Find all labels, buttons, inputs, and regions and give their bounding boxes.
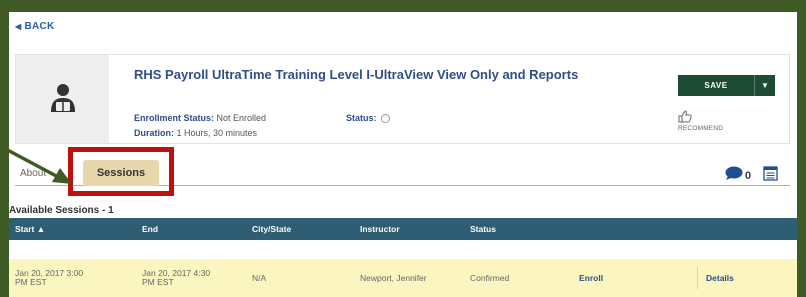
session-start-zone: PM EST <box>15 277 47 287</box>
status-label: Status: <box>346 113 377 123</box>
course-title: RHS Payroll UltraTime Training Level I-U… <box>134 67 579 82</box>
duration: Duration: 1 Hours, 30 minutes <box>134 128 257 138</box>
caret-down-icon: ▼ <box>761 81 769 90</box>
thumbs-up-icon <box>678 110 692 123</box>
save-button-group: SAVE ▼ <box>678 75 775 96</box>
course-thumbnail <box>16 55 109 143</box>
enroll-link[interactable]: Enroll <box>579 259 603 297</box>
back-label: BACK <box>24 21 55 32</box>
sessions-table-header: Start ▲ End City/State Instructor Status <box>9 218 797 240</box>
session-status: Confirmed <box>470 272 510 283</box>
sessions-tab-highlight-box <box>68 147 174 196</box>
session-instructor: Newport, Jennifer <box>360 272 427 283</box>
table-row: Jan 20, 2017 3:00 PM EST Jan 20, 2017 4:… <box>9 259 797 297</box>
save-dropdown-button[interactable]: ▼ <box>754 75 775 96</box>
lms-course-panel: ◀ BACK RHS Payroll UltraTime Training Lev… <box>9 12 797 297</box>
back-arrow-icon: ◀ <box>15 22 22 31</box>
column-end[interactable]: End <box>142 218 242 240</box>
tab-about[interactable]: About <box>20 168 46 179</box>
session-city: N/A <box>252 272 267 283</box>
save-button[interactable]: SAVE <box>678 75 754 96</box>
recommend-label: RECOMMEND <box>678 125 724 132</box>
comment-bubble-icon[interactable] <box>725 166 743 185</box>
enrollment-status-value: Not Enrolled <box>216 113 267 123</box>
column-city-state[interactable]: City/State <box>252 218 291 240</box>
available-sessions-heading: Available Sessions - 1 <box>9 205 114 216</box>
duration-label: Duration: <box>134 128 174 138</box>
column-status[interactable]: Status <box>470 218 496 240</box>
enrollment-status-label: Enrollment Status: <box>134 113 215 123</box>
session-end: Jan 20, 2017 4:30 PM EST <box>142 259 242 297</box>
person-reading-icon <box>50 84 75 112</box>
status-circle-icon <box>380 113 390 123</box>
back-link[interactable]: ◀ BACK <box>15 21 55 32</box>
course-card: RHS Payroll UltraTime Training Level I-U… <box>15 54 790 144</box>
column-start[interactable]: Start ▲ <box>15 218 127 240</box>
column-instructor[interactable]: Instructor <box>360 218 400 240</box>
session-start: Jan 20, 2017 3:00 PM EST <box>15 259 127 297</box>
comments-area: 0 <box>725 165 778 186</box>
comment-count: 0 <box>745 169 752 182</box>
details-link[interactable]: Details <box>706 259 734 297</box>
session-end-zone: PM EST <box>142 277 174 287</box>
status: Status: <box>346 113 390 123</box>
row-divider <box>697 267 698 289</box>
enrollment-status: Enrollment Status: Not Enrolled <box>134 113 266 123</box>
calendar-icon[interactable] <box>763 165 778 186</box>
duration-value: 1 Hours, 30 minutes <box>176 128 258 138</box>
recommend-button[interactable]: RECOMMEND <box>678 110 723 132</box>
